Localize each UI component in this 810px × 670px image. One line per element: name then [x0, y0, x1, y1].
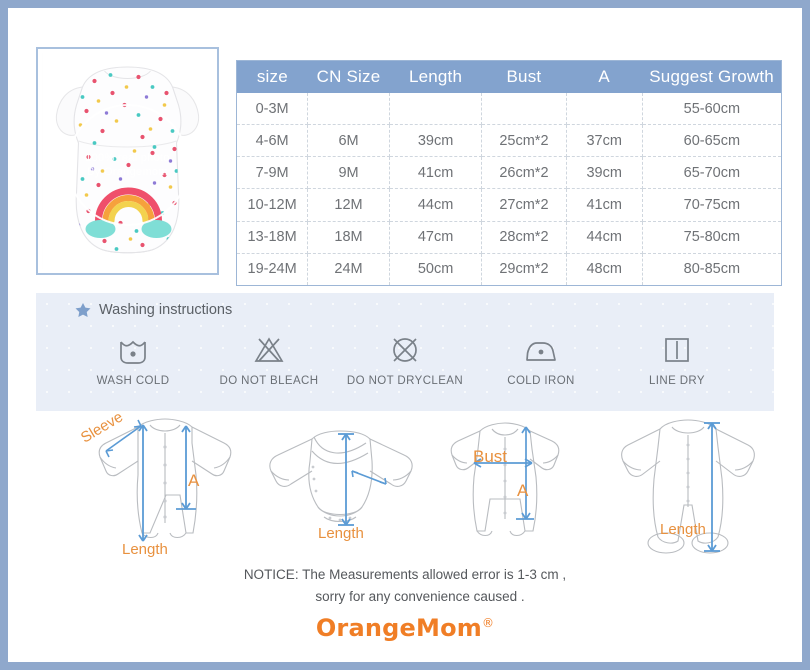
watermark-line-2: By Orangemom — [87, 166, 168, 179]
cell-cn-size: 6M — [307, 124, 390, 158]
washing-instructions-label: Washing instructions — [99, 302, 233, 318]
washing-icon-item: DO NOT BLEACH — [201, 333, 337, 387]
notice-line-2: sorry for any convenience caused . — [315, 589, 525, 604]
cell-bust — [481, 93, 567, 126]
cell-a: 48cm — [566, 253, 643, 285]
table-header-row: size CN Size Length Bust A Suggest Growt… — [237, 61, 781, 93]
cell-a: 39cm — [566, 156, 643, 190]
table-row: 4-6M 6M 39cm 25cm*2 37cm 60-65cm — [237, 124, 781, 158]
col-header-size: size — [237, 61, 308, 93]
table-row: 10-12M 12M 44cm 27cm*2 41cm 70-75cm — [237, 188, 781, 222]
cell-a: 37cm — [566, 124, 643, 158]
washing-icon-label: DO NOT BLEACH — [219, 375, 319, 387]
cell-size: 7-9M — [237, 156, 309, 190]
notice-line-1: NOTICE: The Measurements allowed error i… — [243, 567, 567, 582]
top-section: 100% real photo By Orangemom size CN Siz… — [8, 8, 802, 286]
size-chart-page: 100% real photo By Orangemom size CN Siz… — [8, 8, 802, 662]
a-label: A — [517, 481, 529, 500]
cell-a: 44cm — [566, 221, 643, 254]
garment-short-sleeve-romper: Bust A — [440, 419, 570, 564]
cell-bust: 25cm*2 — [481, 124, 567, 158]
col-header-length: Length — [389, 61, 482, 93]
cell-length: 50cm — [389, 253, 483, 285]
washing-icon-item: WASH COLD — [65, 333, 201, 387]
washing-icon-item: LINE DRY — [609, 333, 745, 387]
garment-long-sleeve-bodysuit: Length — [256, 421, 426, 566]
wash-cold-icon — [120, 340, 146, 364]
washing-icon-label: DO NOT DRYCLEAN — [346, 375, 464, 387]
do-not-bleach-icon — [254, 337, 284, 362]
garment-footed-sleepsuit: Length — [608, 413, 773, 568]
cell-suggest-growth: 75-80cm — [642, 221, 781, 254]
cell-a: 41cm — [566, 188, 643, 222]
col-header-suggest-growth: Suggest Growth — [642, 61, 781, 93]
washing-instructions-title: Washing instructions — [74, 301, 232, 319]
cell-length: 44cm — [389, 188, 483, 222]
cell-size: 4-6M — [237, 124, 309, 158]
cell-cn-size: 18M — [307, 221, 390, 254]
notice-block: NOTICE: The Measurements allowed error i… — [8, 564, 802, 608]
length-label: Length — [318, 525, 364, 542]
cell-size: 13-18M — [237, 221, 309, 254]
size-table-container: size CN Size Length Bust A Suggest Growt… — [236, 60, 782, 286]
watermark: 100% real photo By Orangemom — [66, 104, 189, 227]
cell-suggest-growth: 80-85cm — [683, 261, 741, 278]
watermark-line-1: 100% real photo — [85, 152, 170, 165]
cell-bust: 26cm*2 — [481, 156, 567, 190]
table-row: 7-9M 9M 41cm 26cm*2 39cm 65-70cm — [237, 156, 781, 190]
washing-icon-item: COLD IRON — [473, 333, 609, 387]
table-row: 13-18M 18M 47cm 28cm*2 44cm 75-80cm — [237, 221, 781, 254]
cell-cn-size: 9M — [307, 156, 390, 190]
cell-length — [389, 93, 483, 126]
col-header-bust: Bust — [481, 61, 567, 93]
a-label: A — [188, 471, 200, 490]
cell-suggest-growth: 65-70cm — [642, 156, 781, 190]
length-dimension-arrow — [338, 433, 354, 526]
a-dimension-arrow — [176, 425, 196, 510]
bust-label: Bust — [473, 447, 508, 466]
cell-suggest-growth: 70-75cm — [642, 188, 781, 222]
washing-icons-row: WASH COLD DO NOT BLEACH DO NOT DRYCLEAN — [36, 333, 774, 403]
cell-cn-size — [307, 93, 390, 126]
cell-length: 41cm — [389, 156, 483, 190]
col-header-a: A — [566, 61, 643, 93]
washing-instructions-section: Washing instructions WASH COLD DO NOT BL… — [36, 293, 774, 411]
cell-cn-size: 12M — [307, 188, 390, 222]
table-row: 19-24M 24M 50cm 29cm*2 48cm 80-85cm — [237, 253, 781, 285]
cell-length: 39cm — [389, 124, 483, 158]
short-sleeve-romper-illustration — [450, 422, 560, 537]
star-icon — [75, 302, 91, 318]
cell-cn-size: 24M — [307, 253, 390, 285]
cell-size: 0-3M — [237, 93, 309, 126]
garment-long-sleeve-romper: Sleeve A Length — [78, 408, 250, 568]
line-dry-icon — [665, 338, 689, 362]
cell-a — [566, 93, 643, 126]
cell-bust: 28cm*2 — [481, 221, 567, 254]
col-header-cn-size: CN Size — [307, 61, 390, 93]
washing-icon-label: COLD IRON — [507, 375, 575, 387]
size-table: size CN Size Length Bust A Suggest Growt… — [237, 61, 781, 285]
cell-size: 19-24M — [237, 253, 309, 285]
cell-bust: 27cm*2 — [481, 188, 567, 222]
length-label: Length — [660, 521, 706, 538]
cold-iron-icon — [526, 342, 556, 361]
footed-sleepsuit-illustration — [621, 419, 755, 554]
garment-diagrams: Sleeve A Length Length Bust A Length — [8, 408, 802, 573]
product-photo-frame: 100% real photo By Orangemom — [36, 47, 219, 275]
cell-bust: 29cm*2 — [481, 253, 567, 285]
product-photo: 100% real photo By Orangemom — [42, 53, 213, 269]
cell-suggest-growth: 55-60cm — [642, 93, 781, 126]
do-not-dryclean-icon — [393, 338, 417, 362]
washing-icon-label: WASH COLD — [96, 375, 170, 387]
table-row: 0-3M 55-60cm — [237, 93, 781, 126]
brand-logo-text: OrangeMom — [315, 614, 482, 642]
washing-icon-label: LINE DRY — [648, 375, 706, 387]
length-label: Length — [122, 541, 168, 558]
cell-suggest-growth: 60-65cm — [642, 124, 781, 158]
cell-size: 10-12M — [237, 188, 309, 222]
brand-logo: OrangeMom® — [8, 614, 802, 642]
cell-length: 47cm — [389, 221, 483, 254]
registered-trademark-icon: ® — [481, 616, 495, 630]
washing-icon-item: DO NOT DRYCLEAN — [337, 333, 473, 387]
